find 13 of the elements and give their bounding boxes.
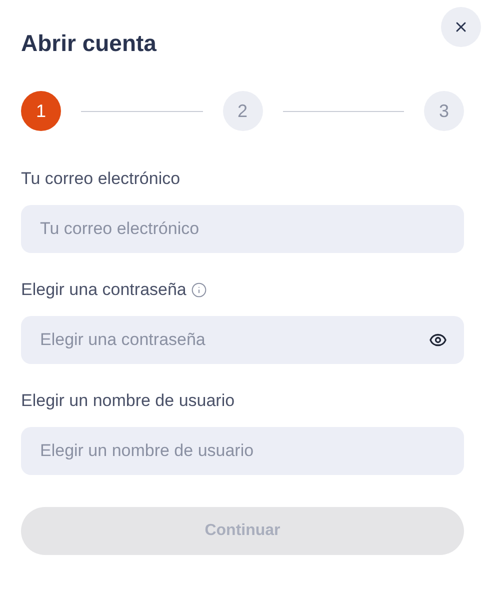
step-indicator: 2	[222, 91, 262, 131]
field-label: Elegir una contraseña	[21, 279, 186, 302]
input-field[interactable]: Elegir un nombre de usuario	[21, 427, 464, 475]
password-field[interactable]: Elegir una contraseña	[21, 316, 464, 364]
close-button[interactable]	[441, 7, 481, 47]
step-indicator: 3	[424, 91, 464, 131]
input-field[interactable]: Tu correo electrónico	[21, 205, 464, 253]
eye-icon[interactable]	[429, 331, 447, 349]
field-label: Tu correo electrónico	[21, 168, 180, 190]
step-indicator: 1	[21, 91, 61, 131]
dialog-title: Abrir cuenta	[21, 29, 156, 58]
field-label: Elegir un nombre de usuario	[21, 390, 235, 412]
info-icon[interactable]	[191, 282, 208, 298]
